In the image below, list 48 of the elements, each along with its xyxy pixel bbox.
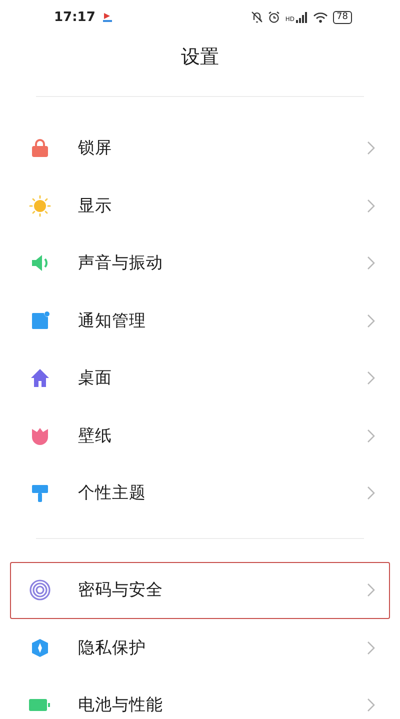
settings-row[interactable]: 个性主题 xyxy=(10,464,390,522)
row-label: 声音与振动 xyxy=(78,252,164,274)
chevron-icon xyxy=(367,486,375,500)
settings-row[interactable]: 密码与安全 xyxy=(10,562,390,619)
chevron-icon xyxy=(367,428,375,443)
tulip-icon xyxy=(30,426,50,446)
chevron-icon xyxy=(367,141,375,156)
wifi-icon xyxy=(312,12,328,22)
status-time: 17:17 xyxy=(54,10,96,24)
settings-row[interactable]: 锁屏 xyxy=(10,120,390,177)
row-label: 显示 xyxy=(78,194,113,217)
chevron-icon xyxy=(367,256,375,270)
chevron-icon xyxy=(367,314,375,328)
chevron-icon xyxy=(367,698,375,712)
paint-roller-icon xyxy=(30,483,50,504)
battery-level: 78 xyxy=(332,10,352,24)
settings-row[interactable]: 壁纸 xyxy=(10,407,390,464)
row-label: 电池与性能 xyxy=(78,694,164,716)
row-label: 通知管理 xyxy=(78,310,147,332)
settings-row[interactable]: 显示 xyxy=(10,177,390,234)
settings-row[interactable]: 隐私保护 xyxy=(10,619,390,676)
alarm-icon xyxy=(268,11,280,23)
row-label: 锁屏 xyxy=(78,137,113,160)
row-label: 桌面 xyxy=(78,367,113,390)
sun-icon xyxy=(29,194,51,217)
chevron-icon xyxy=(367,640,375,655)
bell-off-icon xyxy=(251,11,264,23)
chevron-icon xyxy=(367,583,375,598)
row-label: 壁纸 xyxy=(78,424,113,447)
speaker-icon xyxy=(30,253,50,274)
house-icon xyxy=(30,368,50,388)
row-label: 隐私保护 xyxy=(78,636,147,659)
chevron-icon xyxy=(367,198,375,213)
notification-icon xyxy=(30,310,50,331)
chevron-icon xyxy=(367,371,375,386)
settings-row[interactable]: 电池与性能 xyxy=(10,676,390,719)
shield-icon xyxy=(30,638,50,658)
page-title: 设置 xyxy=(180,45,220,70)
settings-row[interactable]: 桌面 xyxy=(10,350,390,407)
battery-icon xyxy=(29,697,51,714)
settings-row[interactable]: 声音与振动 xyxy=(10,234,390,292)
app-notification-icon xyxy=(103,12,112,22)
row-label: 个性主题 xyxy=(78,482,147,504)
row-label: 密码与安全 xyxy=(78,579,164,602)
signal-icon xyxy=(296,12,308,22)
lock-icon xyxy=(30,138,50,158)
fingerprint-icon xyxy=(29,579,51,602)
settings-row[interactable]: 通知管理 xyxy=(10,292,390,350)
